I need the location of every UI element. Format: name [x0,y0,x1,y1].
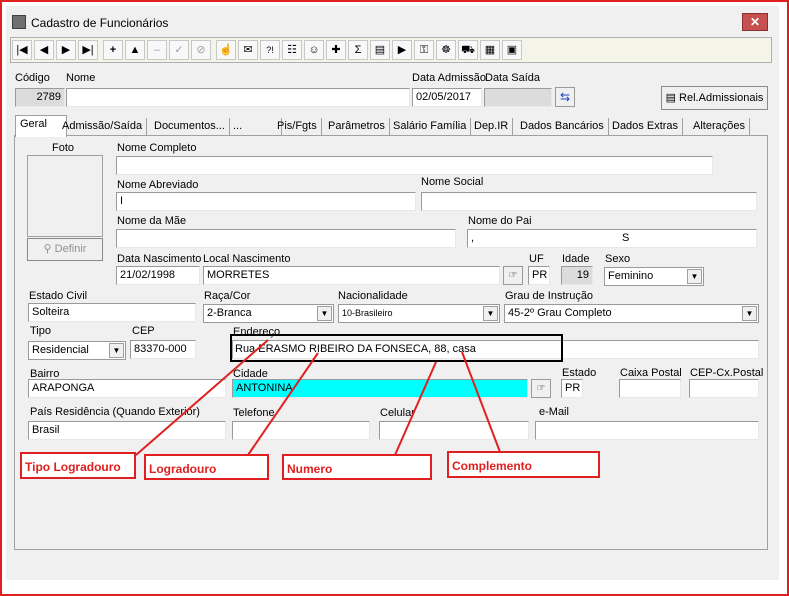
annotation-complemento: Complemento [447,451,600,478]
annotation-numero: Numero [282,454,432,480]
annotation-tipo-logradouro: Tipo Logradouro [20,452,136,479]
tipo-logradouro-line [135,339,269,456]
annotation-logradouro: Logradouro [144,454,269,480]
numero-line [394,361,437,456]
annotation-lines [135,339,501,456]
complemento-line [461,351,501,453]
logradouro-line [247,352,319,456]
